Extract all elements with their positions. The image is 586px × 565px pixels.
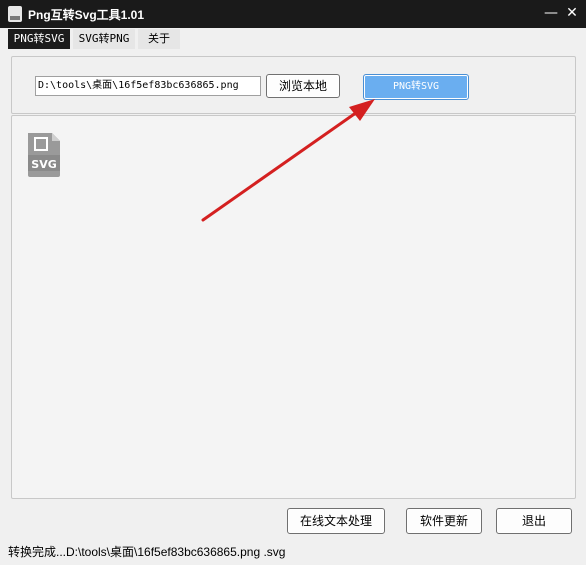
- browse-button[interactable]: 浏览本地: [266, 74, 340, 98]
- exit-button[interactable]: 退出: [496, 508, 572, 534]
- software-update-button[interactable]: 软件更新: [406, 508, 482, 534]
- svg-file-icon-label: SVG: [31, 158, 56, 171]
- convert-button[interactable]: PNG转SVG: [363, 74, 469, 100]
- svg-file-icon: SVG: [28, 133, 60, 177]
- tab-png-to-svg[interactable]: PNG转SVG: [8, 29, 70, 49]
- tab-svg-to-png[interactable]: SVG转PNG: [73, 29, 135, 49]
- minimize-button[interactable]: —: [543, 4, 559, 22]
- close-button[interactable]: ✕: [564, 4, 580, 22]
- app-icon: [8, 6, 22, 22]
- window-title: Png互转Svg工具1.01: [28, 8, 145, 22]
- file-path-input[interactable]: D:\tools\桌面\16f5ef83bc636865.png: [35, 76, 261, 96]
- status-text: 转换完成...D:\tools\桌面\16f5ef83bc636865.png …: [8, 545, 286, 559]
- online-text-button[interactable]: 在线文本处理: [287, 508, 385, 534]
- title-bar: Png互转Svg工具1.01 — ✕: [0, 0, 586, 28]
- tab-about[interactable]: 关于: [138, 29, 180, 49]
- preview-area: [11, 115, 576, 499]
